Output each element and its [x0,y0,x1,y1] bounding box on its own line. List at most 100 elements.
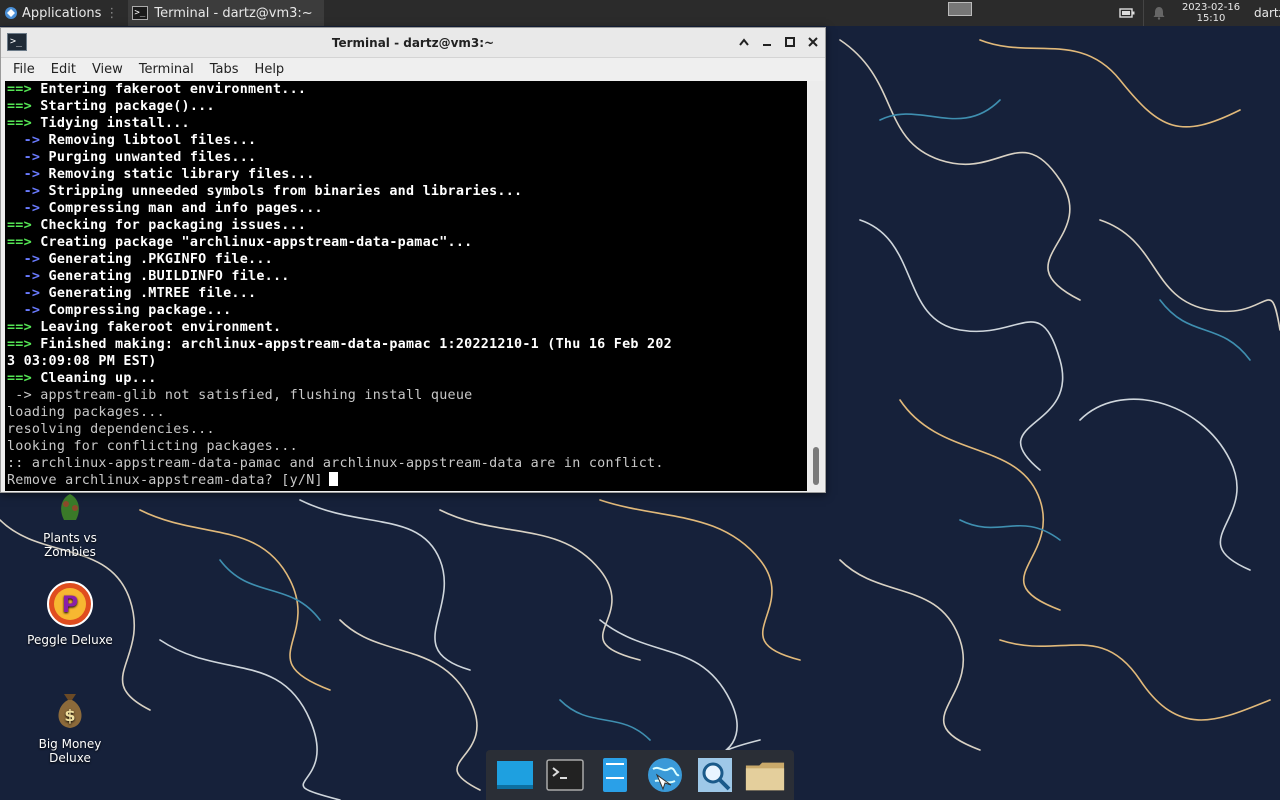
user-menu[interactable]: dartz [1254,6,1280,20]
terminal-line: looking for conflicting packages... [7,438,807,455]
taskbar-item-label: Terminal - dartz@vm3:~ [154,5,313,21]
notification-bell-icon[interactable] [1152,6,1166,20]
window-titlebar[interactable]: >_ Terminal - dartz@vm3:~ [1,28,825,58]
terminal-line-text: Remove archlinux-appstream-data? [y/N] [7,473,323,488]
terminal-line-prefix: -> [7,201,41,216]
terminal-line: -> Purging unwanted files... [7,149,807,166]
terminal-line-text: Leaving fakeroot environment. [31,320,282,335]
workspace-switcher[interactable] [948,2,972,16]
menu-view[interactable]: View [84,58,131,82]
terminal-line-prefix: -> [7,269,41,284]
terminal-line: Remove archlinux-appstream-data? [y/N] [7,472,807,489]
terminal-line: ==> Entering fakeroot environment... [7,81,807,98]
desktop-icon-peggle-deluxe[interactable]: P Peggle Deluxe [20,580,120,647]
dock-app-finder[interactable] [694,754,736,796]
svg-text:P: P [62,593,78,618]
terminal-line-prefix: ==> [7,82,32,97]
terminal-line-prefix: ==> [7,218,32,233]
peggle-icon: P [47,581,93,627]
globe-icon [648,758,682,792]
terminal-text: ==> Entering fakeroot environment... ==> … [5,81,807,489]
terminal-line-text: Removing static library files... [40,167,315,182]
terminal-line: :: archlinux-appstream-data-pamac and ar… [7,455,807,472]
terminal-line-text: looking for conflicting packages... [7,439,298,454]
terminal-line: ==> Tidying install... [7,115,807,132]
terminal-line: -> Generating .MTREE file... [7,285,807,302]
terminal-line: -> Removing libtool files... [7,132,807,149]
terminal-line-prefix: ==> [7,337,32,352]
terminal-line: -> appstream-glib not satisfied, flushin… [7,387,807,404]
terminal-line-text: Tidying install... [31,116,190,131]
taskbar-item-terminal[interactable]: >_ Terminal - dartz@vm3:~ [128,0,325,26]
terminal-line: -> Compressing man and info pages... [7,200,807,217]
menu-file[interactable]: File [5,58,43,82]
plants-vs-zombies-icon [61,494,79,520]
battery-icon[interactable] [1119,7,1135,19]
terminal-line: ==> Leaving fakeroot environment. [7,319,807,336]
menu-terminal[interactable]: Terminal [131,58,202,82]
terminal-line: -> Generating .PKGINFO file... [7,251,807,268]
menu-tabs[interactable]: Tabs [202,58,247,82]
menu-separator-icon: ⋮ [105,5,119,21]
dock-show-desktop[interactable] [494,754,536,796]
terminal-line-prefix: -> [7,150,41,165]
system-tray: 2023-02-16 15:10 dartz [1119,0,1280,26]
terminal-line-prefix: -> [7,252,41,267]
menu-bar: File Edit View Terminal Tabs Help [1,58,825,82]
file-manager-icon [603,758,627,792]
terminal-line-prefix: ==> [7,235,32,250]
terminal-line-text: Cleaning up... [31,371,157,386]
desktop-icon-label: Peggle Deluxe [27,633,113,647]
terminal-line: ==> Checking for packaging issues... [7,217,807,234]
minimize-button[interactable] [759,34,775,50]
close-button[interactable] [805,34,821,50]
desktop-icon-label: Big Money Deluxe [38,737,102,765]
terminal-line-prefix: -> [7,286,41,301]
dock-file-manager[interactable] [594,754,636,796]
clock[interactable]: 2023-02-16 15:10 [1176,2,1246,24]
terminal-scrollbar[interactable] [808,81,824,491]
terminal-line: resolving dependencies... [7,421,807,438]
terminal-line: loading packages... [7,404,807,421]
terminal-line-prefix: ==> [7,371,32,386]
scrollbar-thumb[interactable] [813,447,819,485]
dock-terminal[interactable] [544,754,586,796]
maximize-button[interactable] [782,34,798,50]
terminal-line-text: Compressing package... [40,303,232,318]
terminal-line-prefix: -> [7,133,41,148]
applications-label: Applications [22,5,102,21]
terminal-line: 3 03:09:08 PM EST) [7,353,807,370]
menu-edit[interactable]: Edit [43,58,84,82]
menu-help[interactable]: Help [247,58,293,82]
terminal-line-text: :: archlinux-appstream-data-pamac and ar… [7,456,664,471]
terminal-line-prefix: ==> [7,320,32,335]
terminal-line-text: Entering fakeroot environment... [31,82,307,97]
terminal-line-prefix: -> [7,303,41,318]
applications-menu[interactable]: Applications ⋮ [0,0,124,26]
maximize-icon [785,37,795,47]
terminal-icon [546,759,584,791]
magnifier-icon [698,758,732,792]
shade-button[interactable] [736,34,752,50]
show-desktop-icon [497,761,533,789]
terminal-output[interactable]: ==> Entering fakeroot environment... ==> … [5,81,807,491]
terminal-line-text: -> appstream-glib not satisfied, flushin… [7,388,473,403]
money-bag-icon: $ [58,694,82,728]
terminal-line-text: loading packages... [7,405,165,420]
desktop-icon-big-money-deluxe[interactable]: $ Big Money Deluxe [20,688,120,765]
desktop-icon-plants-vs-zombies[interactable]: Plants vs Zombies [20,490,120,559]
terminal-line-text: Checking for packaging issues... [31,218,307,233]
dock-home-folder[interactable] [744,754,786,796]
dock-web-browser[interactable] [644,754,686,796]
terminal-line-text: Generating .BUILDINFO file... [40,269,290,284]
terminal-line: -> Compressing package... [7,302,807,319]
terminal-line-text: Generating .MTREE file... [40,286,257,301]
dock [486,750,794,800]
terminal-line-text: Compressing man and info pages... [40,201,323,216]
close-icon [808,37,818,47]
terminal-line-text: Stripping unneeded symbols from binaries… [40,184,523,199]
terminal-line-text: Purging unwanted files... [40,150,257,165]
terminal-window: >_ Terminal - dartz@vm3:~ File Edit View… [0,27,826,493]
xfce-logo-icon [5,7,17,19]
terminal-line: -> Removing static library files... [7,166,807,183]
